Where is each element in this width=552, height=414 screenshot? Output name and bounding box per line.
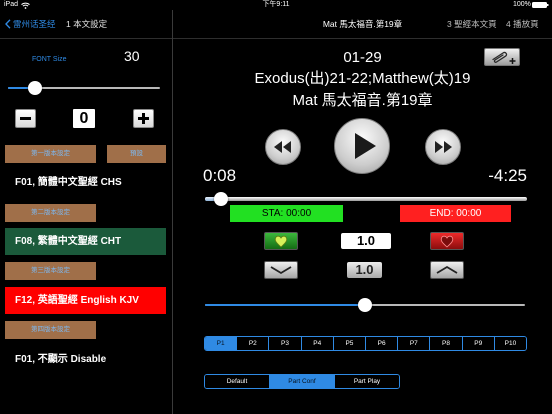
speed-down-button[interactable] <box>264 261 298 279</box>
mode-segment-part-conf[interactable]: Part Conf <box>269 375 334 388</box>
progress-thumb[interactable] <box>214 192 229 206</box>
version-3-button[interactable]: 第三版本設定 <box>5 262 96 280</box>
part-segment-3[interactable]: P3 <box>268 337 301 350</box>
speed-up-button[interactable] <box>430 261 464 279</box>
start-marker-label: STA: 00:00 <box>230 205 343 222</box>
play-icon <box>355 133 376 159</box>
battery-icon <box>532 2 549 8</box>
playback-progress-slider[interactable] <box>205 192 527 206</box>
tab-bible-text[interactable]: 3 聖經本文頁 <box>447 10 497 38</box>
end-marker-label: END: 00:00 <box>400 205 511 222</box>
part-segment-5[interactable]: P5 <box>332 337 366 350</box>
reading-plan: Exodus(出)21-22;Matthew(太)19 <box>254 70 471 87</box>
status-bar: iPad 下午9:11 100% <box>0 0 552 10</box>
speed-step-value: 1.0 <box>347 262 382 278</box>
font-size-slider[interactable] <box>8 81 160 95</box>
pin-icon <box>274 235 288 248</box>
part-segment-7[interactable]: P7 <box>397 337 430 350</box>
volume-slider[interactable] <box>205 298 525 312</box>
play-button[interactable] <box>334 118 390 174</box>
set-start-marker-button[interactable] <box>264 232 298 250</box>
version-4-button[interactable]: 第四版本設定 <box>5 321 96 339</box>
chevron-down-icon <box>270 266 292 275</box>
back-label: 雷州话圣经 <box>13 19 56 29</box>
battery-percent: 100% <box>513 1 531 8</box>
pin-icon <box>440 235 454 248</box>
stepper-value: 0 <box>73 109 95 128</box>
navigation-bar: 雷州话圣经 1 本文設定 Mat 馬太福音.第19章 3 聖經本文頁 4 播放頁 <box>0 10 552 39</box>
part-segment-9[interactable]: P9 <box>461 337 494 350</box>
minus-icon <box>20 117 31 120</box>
fast-forward-button[interactable] <box>425 129 461 165</box>
volume-fill <box>205 304 365 306</box>
part-segment-6[interactable]: P6 <box>365 337 398 350</box>
version-2-label: F08, 繁體中文聖經 CHT <box>5 228 166 255</box>
preset-button[interactable]: 預設 <box>107 145 166 163</box>
speed-value: 1.0 <box>341 233 391 249</box>
verse-range: 01-29 <box>343 49 382 66</box>
version-1-label: F01, 簡體中文聖經 CHS <box>15 177 122 188</box>
part-segmented-control: P1 P2 P3 P4 P5 P6 P7 P8 P9 P10 <box>204 336 527 351</box>
slider-thumb[interactable] <box>28 81 42 95</box>
status-clock: 下午9:11 <box>262 1 290 8</box>
fast-forward-icon <box>435 141 452 153</box>
rewind-button[interactable] <box>265 129 301 165</box>
version-3-label: F12, 英語聖經 English KJV <box>5 287 166 314</box>
part-segment-1[interactable]: P1 <box>205 337 237 350</box>
chapter-title: Mat 馬太福音.第19章 <box>292 92 433 109</box>
font-size-label: FONT Size <box>32 56 67 63</box>
mode-segment-part-play[interactable]: Part Play <box>334 375 399 388</box>
plus-icon <box>138 113 149 124</box>
part-segment-4[interactable]: P4 <box>300 337 333 350</box>
version-1-button[interactable]: 第一版本設定 <box>5 145 96 163</box>
mode-segment-default[interactable]: Default <box>205 375 269 388</box>
version-4-label: F01, 不顯示 Disable <box>15 354 107 365</box>
remaining-time: -4:25 <box>488 166 527 185</box>
part-segment-10[interactable]: P10 <box>493 337 526 350</box>
progress-track <box>205 197 527 201</box>
font-size-value: 30 <box>124 48 140 64</box>
part-segment-2[interactable]: P2 <box>236 337 269 350</box>
mode-segmented-control: Default Part Conf Part Play <box>204 374 400 389</box>
part-segment-8[interactable]: P8 <box>429 337 462 350</box>
settings-page-title: 1 本文設定 <box>66 19 108 29</box>
version-2-button[interactable]: 第二版本設定 <box>5 204 96 222</box>
elapsed-time: 0:08 <box>203 166 237 185</box>
decrease-button[interactable] <box>15 109 36 128</box>
increase-button[interactable] <box>133 109 154 128</box>
chevron-left-icon <box>5 19 11 29</box>
chevron-up-icon <box>436 265 458 274</box>
rewind-icon <box>274 141 291 153</box>
set-end-marker-button[interactable] <box>430 232 464 250</box>
volume-thumb[interactable] <box>358 298 372 312</box>
tab-player[interactable]: 4 播放頁 <box>506 10 539 38</box>
